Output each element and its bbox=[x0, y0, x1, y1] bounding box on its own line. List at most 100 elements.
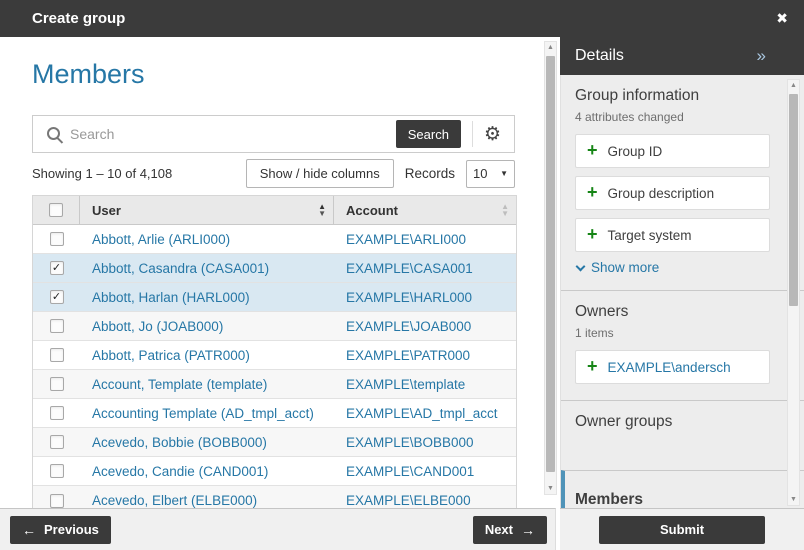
table-row[interactable]: Abbott, Arlie (ARLI000) EXAMPLE\ARLI000 bbox=[33, 225, 516, 254]
user-link[interactable]: Abbott, Casandra (CASA001) bbox=[92, 261, 269, 276]
table-row[interactable]: Acevedo, Candie (CAND001) EXAMPLE\CAND001 bbox=[33, 457, 516, 486]
row-checkbox[interactable] bbox=[49, 232, 64, 246]
row-checkbox[interactable] bbox=[49, 406, 64, 420]
account-link[interactable]: EXAMPLE\CAND001 bbox=[346, 464, 474, 479]
scroll-down-icon[interactable]: ▼ bbox=[788, 496, 799, 503]
table-row[interactable]: Accounting Template (AD_tmpl_acct) EXAMPL… bbox=[33, 399, 516, 428]
details-footer: Submit bbox=[560, 508, 804, 550]
account-cell: EXAMPLE\BOBB000 bbox=[334, 435, 516, 450]
row-checkbox[interactable] bbox=[49, 377, 64, 391]
table-row[interactable]: Account, Template (template) EXAMPLE\temp… bbox=[33, 370, 516, 399]
user-link[interactable]: Abbott, Jo (JOAB000) bbox=[92, 319, 223, 334]
row-checkbox[interactable] bbox=[49, 348, 64, 362]
details-header: Details » bbox=[560, 37, 804, 75]
show-hide-columns-button[interactable]: Show / hide columns bbox=[245, 159, 394, 188]
account-link[interactable]: EXAMPLE\PATR000 bbox=[346, 348, 470, 363]
select-all-checkbox[interactable] bbox=[49, 203, 63, 217]
account-link[interactable]: EXAMPLE\AD_tmpl_acct bbox=[346, 406, 498, 421]
user-cell: Account, Template (template) bbox=[80, 377, 334, 392]
members-panel: Members Search ⚙ Showing 1 – 10 of 4,108… bbox=[0, 37, 558, 508]
account-cell: EXAMPLE\PATR000 bbox=[334, 348, 516, 363]
table-row[interactable]: Abbott, Jo (JOAB000) EXAMPLE\JOAB000 bbox=[33, 312, 516, 341]
plus-icon: + bbox=[587, 224, 598, 244]
submit-button[interactable]: Submit bbox=[599, 515, 765, 544]
user-link[interactable]: Abbott, Harlan (HARL000) bbox=[92, 290, 250, 305]
row-checkbox[interactable] bbox=[49, 290, 64, 304]
page-title: Members bbox=[32, 59, 145, 89]
table-row[interactable]: Abbott, Patrica (PATR000) EXAMPLE\PATR000 bbox=[33, 341, 516, 370]
section-heading: Owner groups bbox=[575, 413, 673, 430]
search-input[interactable] bbox=[70, 126, 396, 142]
previous-button[interactable]: ← Previous bbox=[10, 515, 111, 544]
account-link[interactable]: EXAMPLE\template bbox=[346, 377, 465, 392]
table-row[interactable]: Acevedo, Elbert (ELBE000) EXAMPLE\ELBE000 bbox=[33, 486, 516, 508]
row-checkbox[interactable] bbox=[49, 493, 64, 508]
scroll-up-icon[interactable]: ▲ bbox=[545, 44, 556, 51]
details-section-owners: Owners 1 items + EXAMPLE\andersch bbox=[561, 290, 804, 400]
detail-card[interactable]: + EXAMPLE\andersch bbox=[575, 350, 770, 384]
members-table: User ▲ ▼ Account ▲ ▼ Abbott, Arlie (ARLI00… bbox=[32, 195, 517, 508]
gear-icon[interactable]: ⚙ bbox=[484, 125, 501, 144]
next-button[interactable]: Next → bbox=[472, 515, 547, 544]
scrollbar-thumb[interactable] bbox=[789, 94, 798, 306]
account-cell: EXAMPLE\CASA001 bbox=[334, 261, 516, 276]
close-icon[interactable]: ✖ bbox=[776, 10, 788, 27]
search-icon bbox=[47, 126, 60, 140]
dialog-title: Create group bbox=[32, 10, 126, 27]
details-scrollbar[interactable]: ▲ ▼ bbox=[787, 79, 800, 506]
row-checkbox[interactable] bbox=[49, 261, 64, 275]
scroll-up-icon[interactable]: ▲ bbox=[788, 82, 799, 89]
details-panel: Details » Group information 4 attributes … bbox=[560, 37, 804, 550]
scroll-down-icon[interactable]: ▼ bbox=[545, 485, 556, 492]
records-value: 10 bbox=[473, 166, 488, 181]
table-body: Abbott, Arlie (ARLI000)EXAMPLE\ARLI000Ab… bbox=[33, 225, 516, 508]
account-link[interactable]: EXAMPLE\CASA001 bbox=[346, 261, 473, 276]
account-link[interactable]: EXAMPLE\BOBB000 bbox=[346, 435, 474, 450]
table-row[interactable]: Abbott, Casandra (CASA001) EXAMPLE\CASA00… bbox=[33, 254, 516, 283]
details-section-group-information: Group information 4 attributes changed + Gr… bbox=[561, 75, 804, 290]
row-checkbox-cell bbox=[33, 406, 80, 420]
account-link[interactable]: EXAMPLE\ELBE000 bbox=[346, 493, 471, 508]
search-box: Search ⚙ bbox=[32, 115, 515, 153]
column-header-account[interactable]: Account ▲ ▼ bbox=[334, 196, 516, 224]
row-checkbox[interactable] bbox=[49, 464, 64, 478]
row-checkbox-cell bbox=[33, 377, 80, 391]
table-row[interactable]: Acevedo, Bobbie (BOBB000) EXAMPLE\BOBB000 bbox=[33, 428, 516, 457]
column-header-user[interactable]: User ▲ ▼ bbox=[80, 196, 334, 224]
row-checkbox[interactable] bbox=[49, 319, 64, 333]
sort-icon: ▲ ▼ bbox=[318, 202, 326, 218]
detail-card[interactable]: + Target system bbox=[575, 218, 770, 252]
section-subtext: 4 attributes changed bbox=[575, 110, 684, 124]
table-row[interactable]: Abbott, Harlan (HARL000) EXAMPLE\HARL000 bbox=[33, 283, 516, 312]
scrollbar-thumb[interactable] bbox=[546, 56, 555, 472]
show-more-label: Show more bbox=[591, 260, 660, 275]
main-scrollbar[interactable]: ▲ ▼ bbox=[544, 41, 557, 495]
account-link[interactable]: EXAMPLE\HARL000 bbox=[346, 290, 472, 305]
show-more-link[interactable]: Show more bbox=[575, 260, 770, 275]
user-link[interactable]: Acevedo, Candie (CAND001) bbox=[92, 464, 268, 479]
user-cell: Abbott, Harlan (HARL000) bbox=[80, 290, 334, 305]
section-heading: Group information bbox=[575, 87, 700, 104]
user-link[interactable]: Abbott, Patrica (PATR000) bbox=[92, 348, 250, 363]
user-link[interactable]: Acevedo, Elbert (ELBE000) bbox=[92, 493, 257, 508]
row-checkbox-cell bbox=[33, 319, 80, 333]
account-cell: EXAMPLE\CAND001 bbox=[334, 464, 516, 479]
row-checkbox[interactable] bbox=[49, 435, 64, 449]
user-cell: Abbott, Jo (JOAB000) bbox=[80, 319, 334, 334]
user-link[interactable]: Account, Template (template) bbox=[92, 377, 267, 392]
account-link[interactable]: EXAMPLE\ARLI000 bbox=[346, 232, 466, 247]
details-title: Details bbox=[575, 47, 624, 64]
user-link[interactable]: Acevedo, Bobbie (BOBB000) bbox=[92, 435, 267, 450]
user-cell: Acevedo, Candie (CAND001) bbox=[80, 464, 334, 479]
search-button[interactable]: Search bbox=[395, 120, 461, 148]
account-link[interactable]: EXAMPLE\JOAB000 bbox=[346, 319, 471, 334]
user-link[interactable]: Abbott, Arlie (ARLI000) bbox=[92, 232, 230, 247]
user-cell: Acevedo, Bobbie (BOBB000) bbox=[80, 435, 334, 450]
detail-card[interactable]: + Group description bbox=[575, 176, 770, 210]
records-select[interactable]: 10 ▼ bbox=[466, 159, 515, 188]
detail-card[interactable]: + Group ID bbox=[575, 134, 770, 168]
user-link[interactable]: Accounting Template (AD_tmpl_acct) bbox=[92, 406, 314, 421]
row-checkbox-cell bbox=[33, 232, 80, 246]
collapse-panel-icon[interactable]: » bbox=[757, 46, 766, 66]
details-section-members[interactable]: Members bbox=[561, 470, 804, 508]
